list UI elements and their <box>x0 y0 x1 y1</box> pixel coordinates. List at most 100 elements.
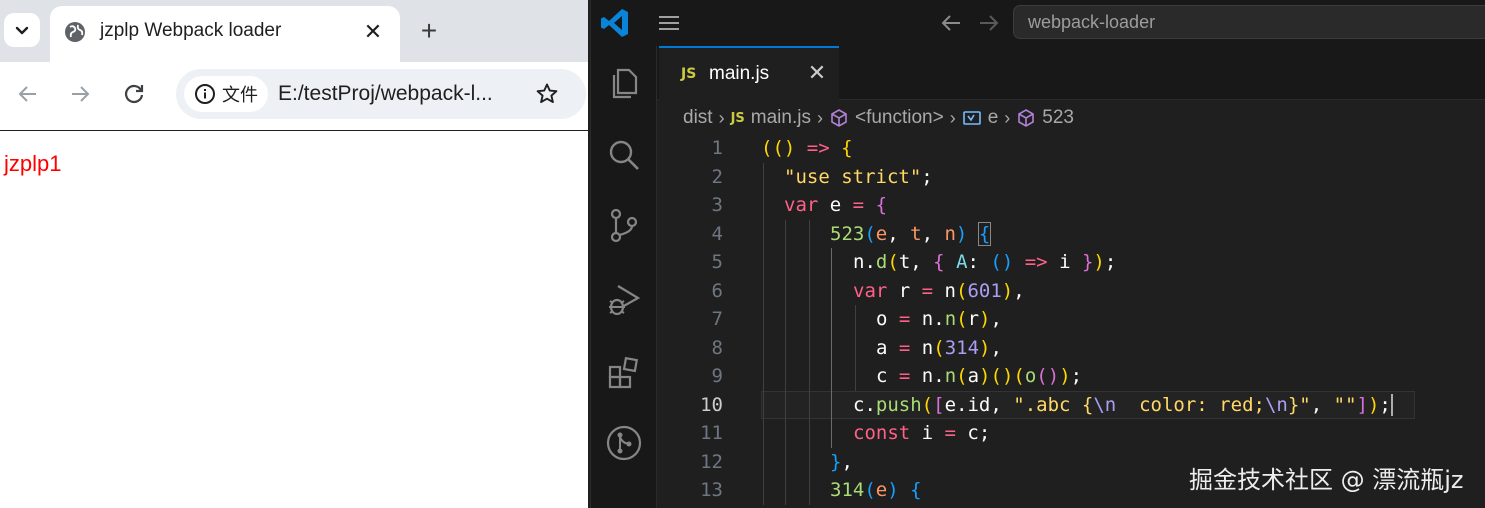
search-text: webpack-loader <box>1028 12 1156 32</box>
code-line[interactable]: 3 var e = { <box>657 191 1485 220</box>
code-token: d <box>875 251 888 273</box>
code-token: , <box>990 336 1002 359</box>
code-token: ( <box>956 279 968 302</box>
code-token: . <box>956 393 968 416</box>
code-token: \n <box>1264 393 1288 416</box>
star-icon <box>536 83 558 104</box>
tab-search-button[interactable] <box>4 13 40 47</box>
code-text: const i = c; <box>853 419 990 448</box>
code-token: "" <box>1333 393 1357 416</box>
close-tab-button[interactable]: ✕ <box>805 60 829 85</box>
code-token: ) <box>783 137 796 159</box>
files-icon[interactable] <box>605 64 643 102</box>
breadcrumb: dist › JS main.js › <function> › e › 523 <box>683 104 1074 132</box>
run-and-debug-icon[interactable] <box>605 280 643 318</box>
code-token: : <box>967 251 991 273</box>
code-text: 523(e, t, n) { <box>830 220 992 249</box>
address-bar[interactable]: 文件 E:/testProj/webpack-l... <box>176 69 586 119</box>
new-tab-button[interactable]: + <box>412 15 446 46</box>
code-token: . <box>933 365 945 387</box>
source-control-icon[interactable] <box>605 206 643 244</box>
code-token: o <box>1024 365 1037 387</box>
code-token: n <box>910 365 934 387</box>
code-token: = <box>910 279 934 302</box>
breadcrumb-variable[interactable]: e <box>988 107 999 129</box>
code-token: () <box>990 251 1014 273</box>
code-line[interactable]: 1 (() => { <box>657 134 1485 163</box>
code-text: (() => { <box>761 134 853 163</box>
breadcrumb-member[interactable]: 523 <box>1042 107 1074 129</box>
code-token: ( <box>864 222 876 245</box>
code-text: n.d(t, { A: () => i }); <box>853 248 1116 277</box>
browser-tab-active[interactable]: jzplp Webpack loader ✕ <box>50 6 400 62</box>
browser-window: jzplp Webpack loader ✕ + 文件 E:/testProj/… <box>0 0 588 508</box>
site-info-chip[interactable]: 文件 <box>184 76 268 112</box>
code-token: ) <box>1059 365 1071 387</box>
editor-tabs: JS main.js ✕ <box>657 46 1485 100</box>
code-line[interactable]: 5 n.d(t, { A: () => i }); <box>657 248 1485 277</box>
code-token: }" <box>1287 393 1311 416</box>
breadcrumb-function[interactable]: <function> <box>855 107 944 129</box>
url-text[interactable]: E:/testProj/webpack-l... <box>278 82 493 106</box>
code-token: e <box>875 479 888 501</box>
code-token: var <box>784 194 819 216</box>
code-line[interactable]: 4 523(e, t, n) { <box>657 220 1485 249</box>
extensions-icon[interactable] <box>605 354 643 392</box>
code-token: push <box>875 393 922 416</box>
command-center-search[interactable]: webpack-loader <box>1013 5 1485 39</box>
line-number: 13 <box>700 479 723 501</box>
code-token: ) <box>955 222 968 245</box>
code-text: c.push([e.id, ".abc {\n color: red;\n}",… <box>853 391 1393 420</box>
code-text: "use strict"; <box>784 163 933 192</box>
watermark-text: 掘金技术社区 @ 漂流瓶jz <box>1189 466 1464 494</box>
code-line[interactable]: 7o = n.n(r), <box>657 305 1485 334</box>
back-button[interactable] <box>12 78 44 110</box>
git-graph-icon[interactable] <box>605 424 643 462</box>
code-line[interactable]: 2 "use strict"; <box>657 163 1485 192</box>
arrow-left-icon[interactable] <box>937 9 965 37</box>
line-number: 4 <box>711 222 723 245</box>
line-number: 1 <box>711 137 723 159</box>
code-token: color: red; <box>1116 393 1265 416</box>
code-line[interactable]: 8 a = n(314), <box>657 334 1485 363</box>
close-tab-button[interactable]: ✕ <box>360 19 386 45</box>
code-token: ) <box>979 365 991 387</box>
code-token: () <box>1036 365 1060 387</box>
code-token: => <box>1013 251 1048 273</box>
globe-icon <box>65 22 85 42</box>
code-text: }, <box>830 448 853 477</box>
code-token: , <box>841 450 853 473</box>
code-line[interactable]: 9c = n.n(a)()(o()); <box>657 362 1485 391</box>
code-token: ( <box>864 479 876 501</box>
tab-main-js[interactable]: JS main.js ✕ <box>659 46 839 100</box>
code-token: = <box>887 336 911 359</box>
code-line[interactable]: 10 c.push([e.id, ".abc {\n color: red;\n}… <box>657 390 1485 420</box>
line-number: 9 <box>711 365 723 387</box>
chevron-right-icon: › <box>718 107 725 128</box>
code-line[interactable]: 11 const i = c; <box>657 419 1485 448</box>
code-editor[interactable]: 1(() => {2 "use strict"; 3 var e = {4 523(e,… <box>657 134 1485 508</box>
arrow-right-icon <box>72 86 90 102</box>
code-token: { <box>977 221 992 246</box>
forward-button[interactable] <box>64 78 96 110</box>
line-number: 8 <box>711 336 723 359</box>
code-token: (( <box>761 137 784 159</box>
search-icon[interactable] <box>605 136 643 174</box>
code-token: i <box>1047 251 1071 273</box>
indent-guide <box>763 162 764 505</box>
code-token: { <box>841 137 853 159</box>
arrow-right-icon[interactable] <box>975 9 1003 37</box>
code-token: , <box>910 251 934 273</box>
code-token: r <box>887 279 911 302</box>
bookmark-button[interactable] <box>532 79 562 109</box>
code-line[interactable]: 6 var r = n(601), <box>657 277 1485 306</box>
js-file-icon: JS <box>730 110 745 126</box>
reload-button[interactable] <box>118 78 150 110</box>
menu-icon[interactable] <box>655 10 683 36</box>
code-token: n <box>944 222 956 245</box>
breadcrumb-file[interactable]: main.js <box>751 107 811 129</box>
breadcrumb-folder[interactable]: dist <box>683 107 713 129</box>
